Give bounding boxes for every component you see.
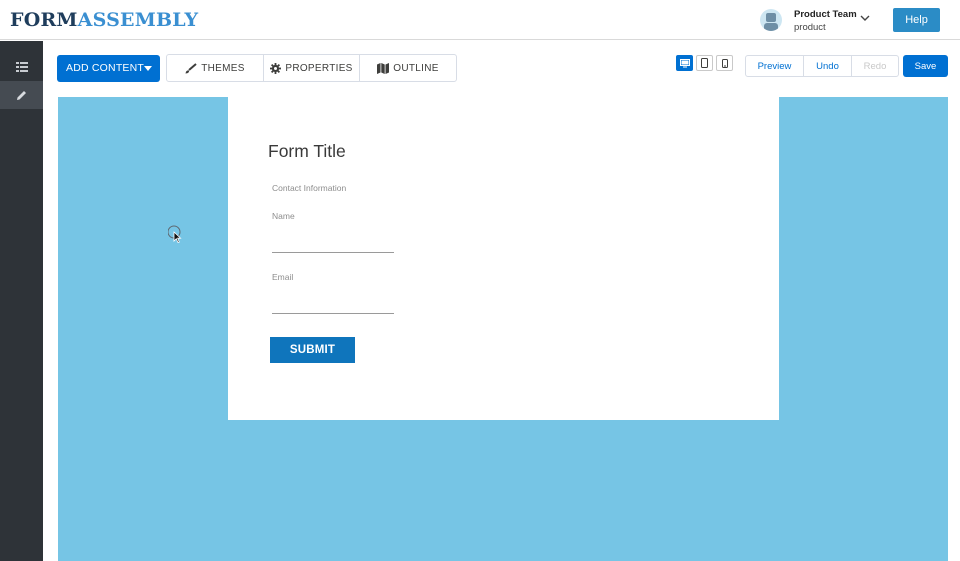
- gear-icon: [270, 62, 282, 74]
- brush-icon: [185, 62, 197, 73]
- email-field[interactable]: [272, 313, 394, 314]
- user-subtitle: product: [794, 22, 826, 33]
- tablet-icon: [701, 58, 708, 68]
- section-heading[interactable]: Contact Information: [272, 183, 346, 193]
- phone-icon: [721, 58, 728, 68]
- pencil-icon: [17, 90, 26, 100]
- preview-button[interactable]: Preview: [746, 56, 804, 76]
- avatar-head-shape: [766, 13, 776, 22]
- save-button[interactable]: Save: [903, 55, 948, 77]
- tab-themes-label: THEMES: [201, 62, 245, 74]
- tab-properties[interactable]: PROPERTIES: [264, 55, 360, 81]
- undo-button[interactable]: Undo: [804, 56, 852, 76]
- device-tablet-button[interactable]: [696, 55, 713, 71]
- add-content-label: ADD CONTENT: [66, 62, 145, 74]
- email-field-label: Email: [272, 272, 294, 282]
- desktop-icon: [679, 58, 690, 67]
- left-sidebar: [0, 41, 43, 561]
- submit-button[interactable]: SUBMIT: [270, 337, 355, 363]
- avatar-body-shape: [764, 23, 778, 31]
- device-desktop-button[interactable]: [676, 55, 693, 71]
- tab-themes[interactable]: THEMES: [167, 55, 264, 81]
- tab-outline[interactable]: OUTLINE: [360, 55, 456, 81]
- logo-text-assembly: ASSEMBLY: [77, 9, 199, 31]
- toolbar-tabs: THEMES PROPERTIES OUTLINE: [166, 54, 457, 82]
- formassembly-logo[interactable]: FORMASSEMBLY: [10, 9, 198, 31]
- form-canvas[interactable]: Form Title Contact Information Name Emai…: [58, 97, 948, 561]
- history-actions: Preview Undo Redo: [745, 55, 899, 77]
- redo-button[interactable]: Redo: [852, 56, 898, 76]
- list-icon: [15, 62, 28, 72]
- chevron-down-icon[interactable]: [858, 11, 872, 25]
- sidebar-item-list[interactable]: [0, 53, 43, 81]
- mouse-cursor-icon: [168, 225, 182, 243]
- device-phone-button[interactable]: [716, 55, 733, 71]
- logo-text-form: FORM: [10, 9, 78, 31]
- form-title[interactable]: Form Title: [268, 141, 346, 162]
- caret-down-icon: [144, 66, 152, 71]
- user-name[interactable]: Product Team: [794, 9, 857, 20]
- map-icon: [377, 62, 390, 74]
- name-field[interactable]: [272, 252, 394, 253]
- sidebar-item-edit[interactable]: [0, 81, 43, 109]
- editor-toolbar: ADD CONTENT THEMES PROPERTIES OUTLINE Pr…: [43, 41, 960, 97]
- top-header: FORMASSEMBLY Product Team product Help: [0, 0, 960, 40]
- user-avatar[interactable]: [760, 9, 782, 31]
- tab-outline-label: OUTLINE: [393, 62, 439, 74]
- name-field-label: Name: [272, 211, 295, 221]
- add-content-button[interactable]: ADD CONTENT: [57, 55, 160, 82]
- tab-properties-label: PROPERTIES: [285, 62, 353, 74]
- help-button[interactable]: Help: [893, 8, 940, 32]
- form-preview-card[interactable]: Form Title Contact Information Name Emai…: [228, 97, 779, 420]
